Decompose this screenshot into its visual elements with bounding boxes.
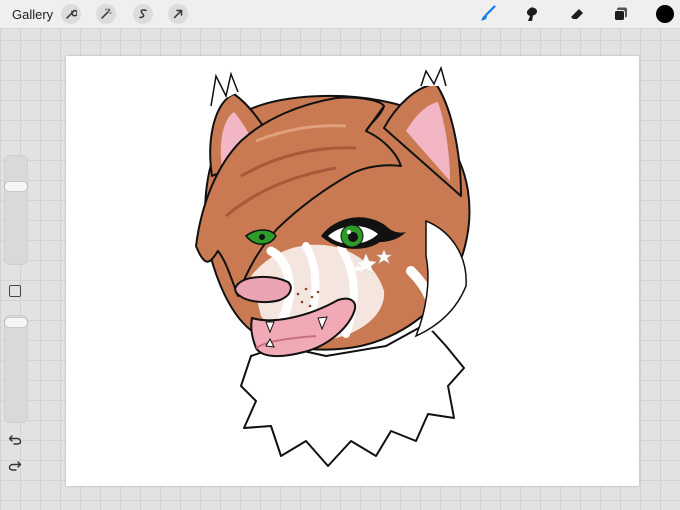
layers-icon[interactable] [609, 2, 633, 26]
color-picker-swatch[interactable] [656, 5, 674, 23]
top-toolbar: Gallery [0, 0, 680, 29]
redo-icon[interactable] [6, 458, 24, 474]
smudge-icon[interactable] [520, 2, 544, 26]
eraser-icon[interactable] [565, 2, 589, 26]
left-sidebar [2, 155, 28, 485]
selection-s-icon[interactable] [133, 4, 153, 24]
opacity-thumb[interactable] [5, 317, 27, 327]
transform-arrow-icon[interactable] [168, 4, 188, 24]
gallery-button[interactable]: Gallery [12, 7, 53, 22]
brush-size-thumb[interactable] [5, 181, 27, 191]
drawing-canvas[interactable] [66, 56, 639, 486]
opacity-slider[interactable] [4, 315, 28, 423]
fox-headshot-artwork [195, 65, 471, 467]
brush-size-slider[interactable] [4, 155, 28, 265]
wrench-icon[interactable] [61, 4, 81, 24]
magic-wand-icon[interactable] [96, 4, 116, 24]
modify-square-icon[interactable] [9, 285, 21, 297]
undo-icon[interactable] [6, 432, 24, 448]
brush-icon[interactable] [476, 2, 500, 26]
